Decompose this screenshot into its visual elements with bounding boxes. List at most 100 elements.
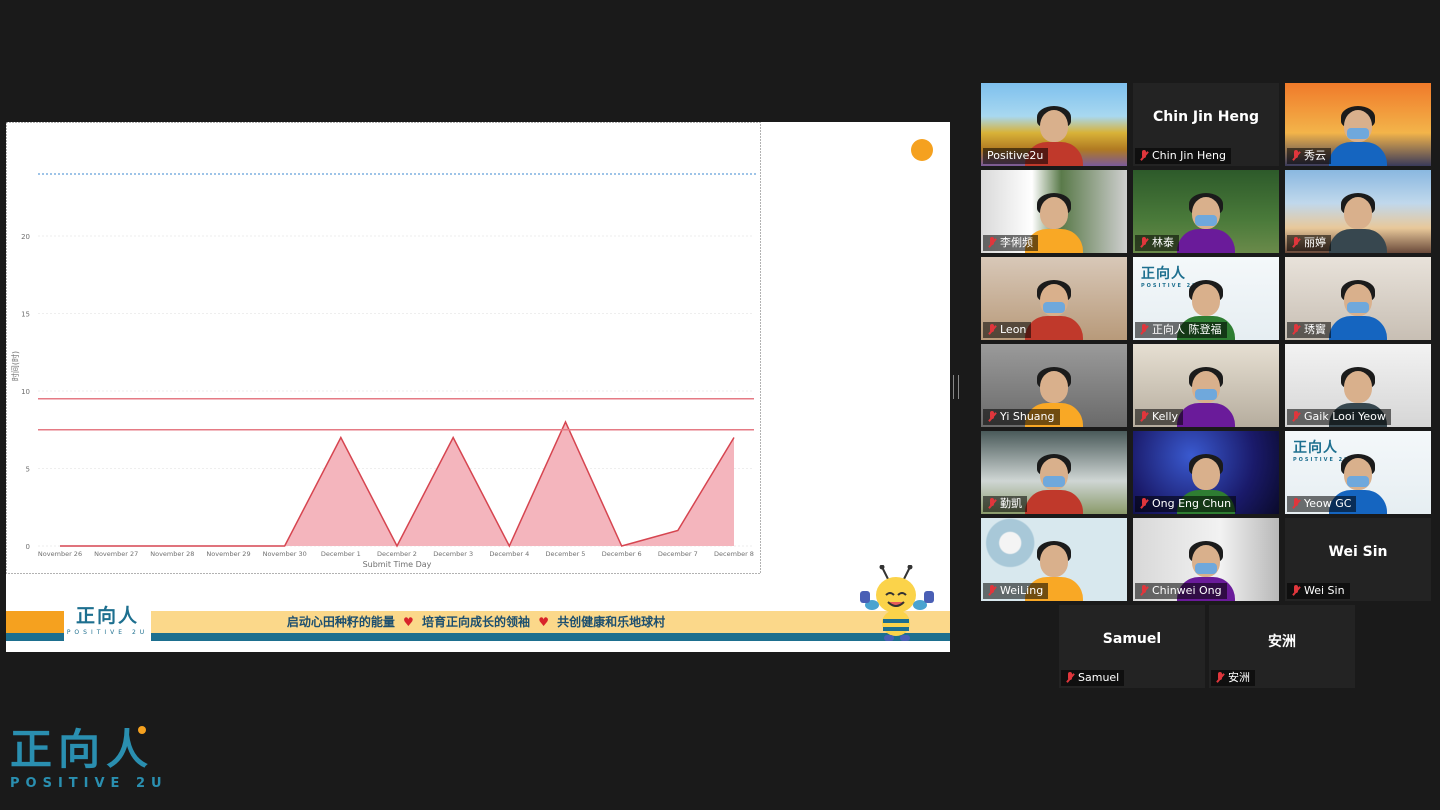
participant-tile[interactable]: 琇竇 [1285, 257, 1431, 340]
face-mask [1347, 476, 1369, 487]
participant-nameplate: 秀云 [1287, 148, 1331, 164]
participant-display-name: Wei Sin [1328, 544, 1388, 560]
participant-tile[interactable]: 正向人 POSITIVE 2U 正向人 陈登福 [1133, 257, 1279, 340]
participant-tile[interactable]: 勤凱 [981, 431, 1127, 514]
participant-nameplate: 安洲 [1211, 670, 1255, 686]
x-tick-label: December 8 [714, 550, 754, 558]
x-tick-label: December 7 [658, 550, 698, 558]
banner-blue-bar [151, 633, 950, 641]
banner-orange-block [6, 611, 64, 633]
participant-tile[interactable]: Kelly [1133, 344, 1279, 427]
participant-nameplate: Samuel [1061, 670, 1125, 686]
participant-tile[interactable]: 李俐频 [981, 170, 1127, 253]
participant-name: Chinwei Ong [1152, 584, 1222, 597]
muted-mic-icon [987, 237, 997, 249]
y-tick-label: 15 [21, 311, 30, 319]
logo-accent-dot [138, 726, 146, 734]
x-tick-label: December 2 [377, 550, 417, 558]
area-chart: 0 5 10 15 20 November 26 November 27 November 2… [6, 122, 761, 574]
participant-nameplate: Ong Eng Chun [1135, 496, 1237, 512]
participant-tile[interactable]: Leon [981, 257, 1127, 340]
participant-nameplate: Positive2u [983, 148, 1049, 164]
face-mask [1347, 302, 1369, 313]
banner-slogan: 启动心田种籽的能量 ♥ 培育正向成长的领袖 ♥ 共创健康和乐地球村 [151, 611, 801, 633]
participant-tile[interactable]: 正向人 POSITIVE 2U Yeow GC [1285, 431, 1431, 514]
participant-tile[interactable]: Chin Jin Heng Chin Jin Heng [1133, 83, 1279, 166]
participant-name: Ong Eng Chun [1152, 497, 1232, 510]
person-head [1344, 371, 1372, 403]
participant-name: WeiLing [1000, 584, 1044, 597]
person-body [1329, 229, 1387, 253]
participant-video-person [1025, 452, 1083, 514]
participant-nameplate: 李俐频 [983, 235, 1038, 251]
slide-banner: 正向人 POSITIVE 2U 启动心田种籽的能量 ♥ 培育正向成长的领袖 ♥ … [6, 603, 950, 647]
participant-tile[interactable]: Positive2u [981, 83, 1127, 166]
participant-tile[interactable]: 秀云 [1285, 83, 1431, 166]
face-mask [1195, 563, 1217, 574]
participant-tile[interactable]: Ong Eng Chun [1133, 431, 1279, 514]
x-tick-label: November 30 [263, 550, 307, 558]
person-head [1040, 545, 1068, 577]
participant-nameplate: Yeow GC [1287, 496, 1357, 512]
face-mask [1043, 476, 1065, 487]
muted-mic-icon [1139, 498, 1149, 510]
participant-display-name: Chin Jin Heng [1153, 109, 1259, 125]
x-tick-label: December 6 [602, 550, 642, 558]
participant-name: 李俐频 [1000, 236, 1033, 249]
participant-tile[interactable]: Samuel Samuel [1059, 605, 1205, 688]
participant-name: 琇竇 [1304, 323, 1326, 336]
face-mask [1043, 302, 1065, 313]
participant-name: 丽婷 [1304, 236, 1326, 249]
participant-video-person [1025, 278, 1083, 340]
x-tick-label: November 28 [150, 550, 194, 558]
participant-video-person [1329, 278, 1387, 340]
participant-display-name: Samuel [1102, 631, 1162, 647]
participant-nameplate: 勤凱 [983, 496, 1027, 512]
participant-tile[interactable]: Yi Shuang [981, 344, 1127, 427]
participant-nameplate: Wei Sin [1287, 583, 1350, 599]
x-tick-label: December 3 [433, 550, 473, 558]
participant-tile[interactable]: 安洲 安洲 [1209, 605, 1355, 688]
x-tick-label: December 4 [489, 550, 529, 558]
participant-name: Kelly [1152, 410, 1179, 423]
participant-nameplate: WeiLing [983, 583, 1049, 599]
participant-nameplate: 琇竇 [1287, 322, 1331, 338]
corner-logo-zh: 正向人 [10, 725, 155, 774]
x-tick-label: December 1 [321, 550, 361, 558]
participant-nameplate: Yi Shuang [983, 409, 1060, 425]
heart-icon: ♥ [403, 615, 414, 629]
x-tick-label: December 5 [546, 550, 586, 558]
participant-name: Yi Shuang [1000, 410, 1055, 423]
muted-mic-icon [987, 498, 997, 510]
muted-mic-icon [1139, 585, 1149, 597]
participant-name: 秀云 [1304, 149, 1326, 162]
participant-video-person [1329, 191, 1387, 253]
participant-name: Wei Sin [1304, 584, 1345, 597]
participant-name: Yeow GC [1304, 497, 1352, 510]
muted-mic-icon [1139, 150, 1149, 162]
participant-nameplate: 正向人 陈登福 [1135, 322, 1227, 338]
participant-name: Chin Jin Heng [1152, 149, 1226, 162]
person-body [1025, 490, 1083, 514]
participant-tile[interactable]: 丽婷 [1285, 170, 1431, 253]
banner-logo-en: POSITIVE 2U [66, 629, 149, 636]
chart-frame [6, 122, 761, 574]
participant-nameplate: Leon [983, 322, 1032, 338]
participant-name: Samuel [1078, 671, 1120, 684]
participant-tile[interactable]: Wei Sin Wei Sin [1285, 518, 1431, 601]
banner-phrase-2: 培育正向成长的领袖 [421, 615, 530, 629]
series-area [60, 422, 734, 546]
corner-logo-en: POSITIVE 2U [10, 776, 168, 791]
participant-nameplate: 丽婷 [1287, 235, 1331, 251]
participant-tile[interactable]: 林泰 [1133, 170, 1279, 253]
participant-tile[interactable]: Chinwei Ong [1133, 518, 1279, 601]
person-body [1177, 229, 1235, 253]
participant-tile[interactable]: Gaik Looi Yeow [1285, 344, 1431, 427]
split-view-handle[interactable] [953, 375, 959, 399]
x-tick-label: November 27 [94, 550, 138, 558]
participant-name: 安洲 [1228, 671, 1250, 684]
muted-mic-icon [1291, 411, 1301, 423]
muted-mic-icon [1065, 672, 1075, 684]
participant-tile[interactable]: WeiLing [981, 518, 1127, 601]
face-mask [1195, 215, 1217, 226]
